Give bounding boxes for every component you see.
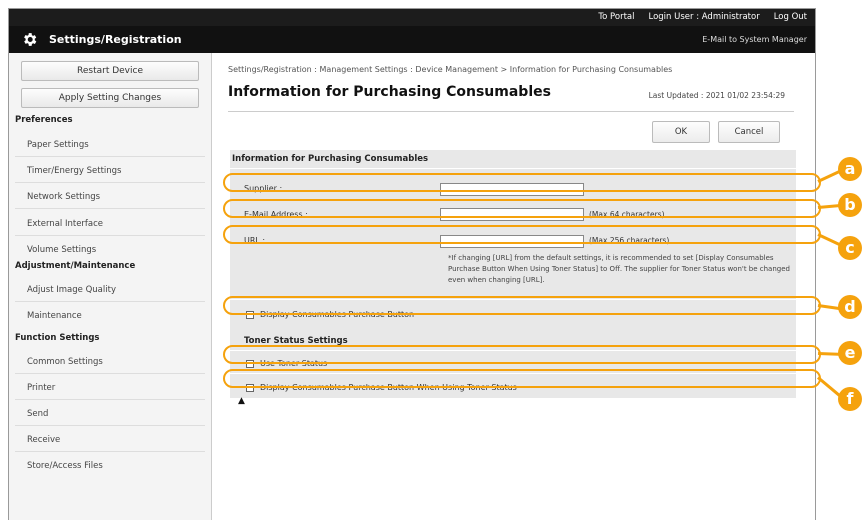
login-user-text: Login User : Administrator	[648, 12, 760, 22]
sidebar-category-function: Function Settings	[15, 333, 100, 343]
divider	[15, 208, 205, 209]
callout-box-a	[223, 173, 821, 192]
section-title: Information for Purchasing Consumables	[232, 154, 429, 164]
sidebar-item-adjust-image-quality[interactable]: Adjust Image Quality	[27, 285, 116, 295]
callout-box-c	[223, 225, 821, 244]
email-system-manager-link[interactable]: E-Mail to System Manager	[702, 35, 807, 44]
sidebar-item-volume[interactable]: Volume Settings	[27, 245, 96, 255]
sidebar-category-preferences: Preferences	[15, 115, 73, 125]
sidebar-item-send[interactable]: Send	[27, 409, 48, 419]
top-bar: To Portal Login User : Administrator Log…	[9, 9, 815, 26]
sidebar-item-common-settings[interactable]: Common Settings	[27, 357, 103, 367]
callout-badge-a: a	[838, 157, 862, 181]
app-title: Settings/Registration	[49, 33, 182, 46]
sidebar-item-paper-settings[interactable]: Paper Settings	[27, 140, 89, 150]
callout-badge-e: e	[838, 341, 862, 365]
logout-link[interactable]: Log Out	[774, 12, 807, 22]
main-content: Settings/Registration : Management Setti…	[220, 53, 815, 520]
browser-frame: To Portal Login User : Administrator Log…	[8, 8, 816, 520]
ok-button[interactable]: OK	[652, 121, 710, 143]
divider	[15, 301, 205, 302]
divider	[15, 182, 205, 183]
callout-badge-b: b	[838, 193, 862, 217]
divider	[15, 451, 205, 452]
callout-box-f	[223, 369, 821, 388]
sidebar-item-external-interface[interactable]: External Interface	[27, 219, 103, 229]
callout-box-d	[223, 296, 821, 315]
to-portal-link[interactable]: To Portal	[598, 12, 634, 22]
sidebar: Restart Device Apply Setting Changes Pre…	[9, 53, 212, 520]
divider	[228, 111, 794, 112]
restart-device-button[interactable]: Restart Device	[21, 61, 199, 81]
divider	[15, 156, 205, 157]
callout-badge-f: f	[838, 387, 862, 411]
sidebar-item-receive[interactable]: Receive	[27, 435, 60, 445]
sidebar-item-store-access-files[interactable]: Store/Access Files	[27, 461, 103, 471]
divider	[15, 425, 205, 426]
sidebar-item-network[interactable]: Network Settings	[27, 192, 100, 202]
sidebar-item-timer-energy[interactable]: Timer/Energy Settings	[27, 166, 121, 176]
callout-badge-d: d	[838, 295, 862, 319]
divider	[15, 399, 205, 400]
sidebar-item-printer[interactable]: Printer	[27, 383, 55, 393]
sidebar-category-adjustment: Adjustment/Maintenance	[15, 261, 136, 271]
callout-box-e	[223, 345, 821, 364]
breadcrumb: Settings/Registration : Management Setti…	[228, 65, 673, 74]
cancel-button[interactable]: Cancel	[718, 121, 780, 143]
url-hint-text: *If changing [URL] from the default sett…	[448, 254, 790, 284]
header-bar: Settings/Registration E-Mail to System M…	[9, 26, 815, 53]
divider	[15, 235, 205, 236]
apply-setting-changes-button[interactable]: Apply Setting Changes	[21, 88, 199, 108]
back-to-top-icon[interactable]: ▲	[238, 396, 245, 406]
callout-badge-c: c	[838, 236, 862, 260]
callout-box-b	[223, 199, 821, 218]
sidebar-item-maintenance[interactable]: Maintenance	[27, 311, 82, 321]
gear-icon	[24, 33, 37, 46]
divider	[15, 373, 205, 374]
divider	[230, 168, 796, 169]
page-title: Information for Purchasing Consumables	[228, 84, 551, 100]
last-updated-text: Last Updated : 2021 01/02 23:54:29	[648, 91, 785, 100]
